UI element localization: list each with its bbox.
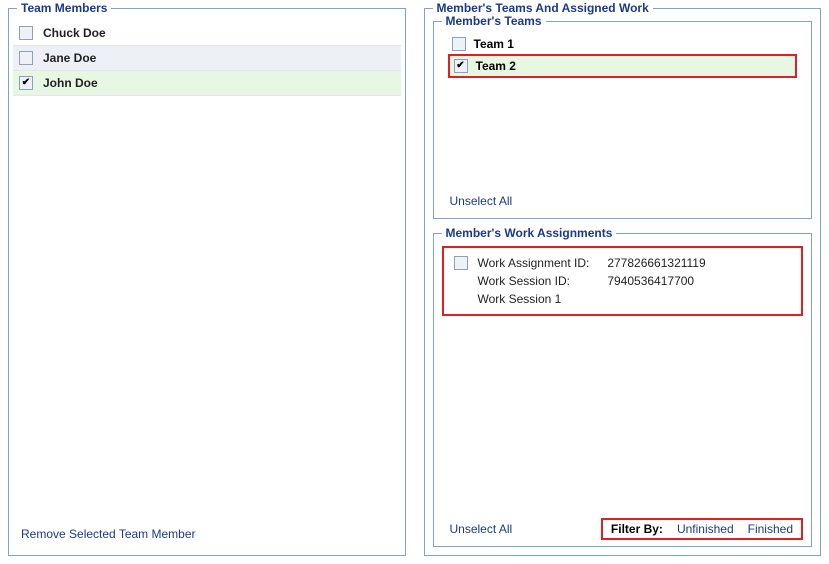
members-work-assignments-box: Member's Work Assignments Work Assignmen… [433,233,813,547]
checkbox-icon[interactable] [19,76,33,90]
team-member-name: John Doe [43,76,98,90]
work-assignment-details: Work Assignment ID: 277826661321119 Work… [478,256,706,306]
members-teams-box: Member's Teams Team 1 Team 2 Unselect Al… [433,21,813,219]
work-assignment-id-value: 277826661321119 [607,256,705,270]
members-teams-title: Member's Teams [442,14,546,28]
team-members-list: Chuck Doe Jane Doe John Doe [13,13,401,521]
members-teams-and-work-title: Member's Teams And Assigned Work [433,1,653,15]
work-session-id-label: Work Session ID: [478,274,590,288]
checkbox-icon[interactable] [19,26,33,40]
work-assignment-row[interactable]: Work Assignment ID: 277826661321119 Work… [442,246,804,316]
remove-selected-team-member-link[interactable]: Remove Selected Team Member [13,521,401,547]
team-member-name: Chuck Doe [43,26,106,40]
checkbox-icon[interactable] [454,59,468,73]
checkbox-icon[interactable] [19,51,33,65]
team-member-name: Jane Doe [43,51,96,65]
work-session-name: Work Session 1 [478,292,590,306]
team-row[interactable]: Team 2 [450,56,796,76]
team-row[interactable]: Team 1 [448,34,798,54]
unselect-all-work-link[interactable]: Unselect All [442,516,521,542]
checkbox-icon[interactable] [452,37,466,51]
filter-unfinished-link[interactable]: Unfinished [677,522,734,536]
filter-box: Filter By: Unfinished Finished [601,518,803,540]
team-members-title: Team Members [17,1,111,15]
team-member-row[interactable]: Chuck Doe [13,21,401,46]
work-assignment-id-label: Work Assignment ID: [478,256,590,270]
members-teams-and-work-panel: Member's Teams And Assigned Work Member'… [424,8,822,556]
filter-by-label: Filter By: [611,522,663,536]
filter-finished-link[interactable]: Finished [748,522,793,536]
members-work-assignments-title: Member's Work Assignments [442,226,617,240]
unselect-all-teams-link[interactable]: Unselect All [442,188,521,214]
team-members-panel: Team Members Chuck Doe Jane Doe John Doe… [8,8,406,556]
team-name: Team 1 [474,37,514,51]
work-session-id-value: 7940536417700 [607,274,705,288]
team-member-row[interactable]: Jane Doe [13,46,401,71]
team-name: Team 2 [476,59,516,73]
teams-list: Team 1 Team 2 [442,30,804,78]
team-member-row[interactable]: John Doe [13,71,401,96]
checkbox-icon[interactable] [454,256,468,270]
